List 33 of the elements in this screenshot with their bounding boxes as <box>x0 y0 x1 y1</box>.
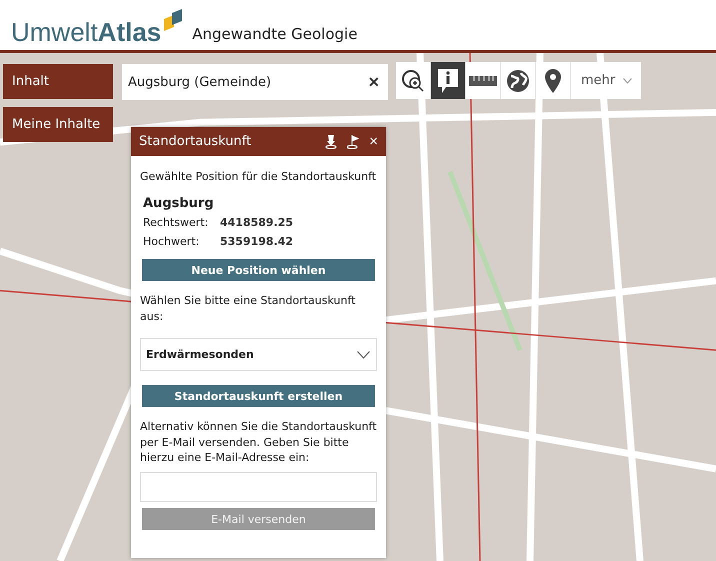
globe-zoom-icon <box>401 68 425 92</box>
location-pin-icon <box>545 68 561 92</box>
choose-text: Wählen Sie bitte eine Standortauskunft aus: <box>140 293 356 324</box>
close-button[interactable]: × <box>369 133 378 150</box>
coordinate-value: 5359198.42 <box>220 234 294 250</box>
clear-button[interactable]: ✕ <box>366 74 382 90</box>
coordinate-value: 4418589.25 <box>220 215 294 232</box>
pin-down-button[interactable] <box>325 134 338 148</box>
panel-title: Standortauskunft <box>139 134 252 149</box>
search-value: Augsburg (Gemeinde) <box>128 74 272 90</box>
chevron-down-icon <box>357 350 370 359</box>
chevron-down-icon <box>623 78 632 84</box>
nav-button[interactable]: Meine Inhalte <box>3 107 113 142</box>
nav-button[interactable]: Inhalt <box>3 64 113 99</box>
logo-text: UmweltAtlas <box>11 19 162 45</box>
ruler-icon <box>469 76 497 86</box>
new-position-button[interactable]: Neue Position wählen <box>142 259 375 282</box>
email-hint-text: Alternativ können Sie die Standortauskunft per E-Mail versenden. Geben Sie bitte hierzu eine E-Mail-Adresse ein: <box>140 419 377 466</box>
flag-icon <box>347 134 360 148</box>
pin-marker-icon <box>325 134 338 148</box>
flag-button[interactable] <box>347 134 360 148</box>
info-icon <box>437 68 459 94</box>
place-name: Augsburg <box>143 196 215 212</box>
app-subtitle: Angewandte Geologie <box>192 25 358 43</box>
create-report-button[interactable]: Standortauskunft erstellen <box>142 385 375 408</box>
email-input-field[interactable] <box>140 472 377 502</box>
intro-text: Gewählte Position für die Standortauskunft <box>140 169 377 184</box>
toolbar-button[interactable] <box>466 62 501 99</box>
coordinate-label: Rechtswert: <box>143 215 210 232</box>
search-field[interactable]: Augsburg (Gemeinde) ✕ <box>122 64 388 100</box>
coordinate-label: Hochwert: <box>143 234 200 250</box>
report-type-dropdown[interactable]: Erdwärmesonden <box>140 338 377 372</box>
toolbar-button[interactable] <box>431 62 466 99</box>
